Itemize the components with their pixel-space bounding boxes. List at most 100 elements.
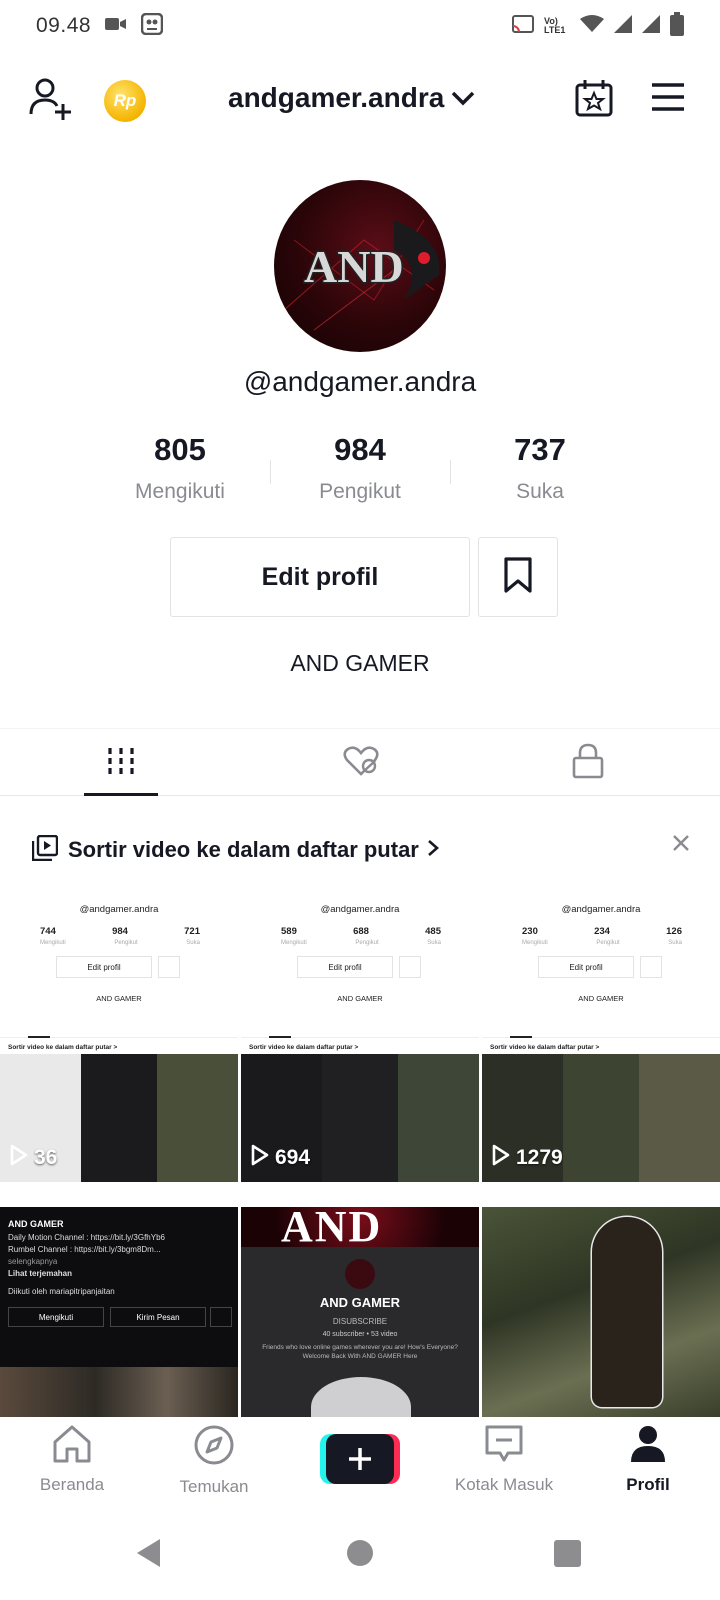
play-icon: [251, 1144, 269, 1172]
cast-icon: [512, 14, 534, 38]
thumbnail-stat: 721: [184, 926, 200, 937]
thumbnail-stat: 126: [666, 926, 682, 937]
signal-icon: [614, 14, 632, 38]
nav-discover[interactable]: Temukan: [154, 1424, 274, 1497]
video-thumbnail[interactable]: @andgamer.andra 230 234 126 Mengikuti Pe…: [482, 880, 720, 1204]
thumbnail-bookmark: [640, 956, 662, 978]
thumbnail-channel-line: Diikuti oleh mariapitripanjaitan: [8, 1287, 115, 1296]
thumbnail-channel-line: Lihat terjemahan: [8, 1269, 73, 1278]
thumbnail-bookmark: [399, 956, 421, 978]
close-icon[interactable]: [672, 834, 690, 857]
content-tabs: [0, 728, 720, 796]
compass-icon: [193, 1425, 235, 1470]
avatar[interactable]: AND: [274, 180, 446, 352]
stat-followers-label: Pengikut: [319, 480, 401, 503]
status-time: 09.48: [36, 14, 92, 37]
thumbnail-stats: 589 688 485: [281, 926, 441, 937]
grid-icon: [106, 746, 136, 781]
playlist-banner-text: Sortir video ke dalam daftar putar: [68, 837, 419, 862]
video-thumbnail[interactable]: @andgamer.andra 744 984 721 Mengikuti Pe…: [0, 880, 238, 1204]
thumbnail-stat: 234: [594, 926, 610, 937]
thumbnail-channel-logo: [345, 1259, 375, 1289]
thumbnail-subscribe-label: DISUBSCRIBE: [332, 1317, 388, 1326]
thumbnail-handle: @andgamer.andra: [320, 904, 400, 915]
thumbnail-stat: 744: [40, 926, 56, 937]
thumbnail-stat: 230: [522, 926, 538, 937]
thumbnail-channel-name: AND GAMER: [319, 1295, 401, 1310]
thumbnail-sort-text: Sortir video ke dalam daftar putar >: [8, 1044, 118, 1051]
thumbnail-stat-labels: Mengikuti Pengikut Suka: [40, 940, 200, 946]
nav-home[interactable]: Beranda: [12, 1424, 132, 1495]
nav-profile[interactable]: Profil: [588, 1424, 708, 1495]
recent-apps-icon[interactable]: [554, 1540, 581, 1567]
stat-likes[interactable]: 737 Suka: [450, 432, 630, 504]
system-navigation: [0, 1520, 720, 1600]
video-grid: @andgamer.andra 744 984 721 Mengikuti Pe…: [0, 880, 720, 1418]
nav-inbox[interactable]: Kotak Masuk: [444, 1424, 564, 1495]
stat-followers[interactable]: 984 Pengikut: [270, 432, 450, 504]
view-count-value: 694: [275, 1146, 311, 1169]
lock-icon: [572, 743, 604, 784]
signal-icon-2: [642, 14, 660, 38]
thumbnail-stats: 744 984 721: [40, 926, 200, 937]
view-count: 36: [10, 1144, 57, 1172]
plus-icon: [326, 1434, 394, 1484]
thumbnail-stat-labels: Mengikuti Pengikut Suka: [522, 940, 682, 946]
thumbnail-channel-title: AND GAMER: [8, 1219, 64, 1229]
thumbnail-bookmark: [158, 956, 180, 978]
thumbnail-stat-label: Suka: [668, 940, 682, 946]
thumbnail-banner-text: AND: [281, 1207, 383, 1251]
stat-following-label: Mengikuti: [135, 480, 225, 503]
edit-profile-button[interactable]: Edit profil: [170, 537, 470, 617]
tab-private[interactable]: [551, 729, 625, 797]
tab-videos[interactable]: [84, 729, 158, 797]
calendar-star-icon[interactable]: [574, 78, 614, 123]
nav-inbox-label: Kotak Masuk: [454, 1475, 554, 1494]
playlist-banner[interactable]: Sortir video ke dalam daftar putar: [0, 822, 720, 878]
thumbnail-follow-button: Mengikuti: [8, 1307, 104, 1327]
thumbnail-handle: @andgamer.andra: [561, 904, 641, 915]
create-button[interactable]: [320, 1434, 400, 1484]
thumbnail-add-friend: [210, 1307, 232, 1327]
thumbnail-stat-label: Pengikut: [355, 940, 379, 946]
coin-icon[interactable]: Rp: [104, 80, 146, 122]
status-bar: 09.48 Vo) LTE1: [0, 0, 720, 52]
add-friend-icon[interactable]: [28, 76, 74, 127]
view-count-value: 36: [34, 1146, 58, 1169]
account-switcher[interactable]: andgamer.andra: [228, 82, 476, 114]
view-count-value: 1279: [516, 1146, 563, 1169]
thumbnail-stat-label: Mengikuti: [281, 940, 307, 946]
thumbnail-stat: 589: [281, 926, 297, 937]
thumbnail-stat-label: Pengikut: [596, 940, 620, 946]
video-thumbnail[interactable]: @andgamer.andra 589 688 485 Mengikuti Pe…: [241, 880, 479, 1204]
stat-following[interactable]: 805 Mengikuti: [90, 432, 270, 504]
stat-following-value: 805: [154, 432, 206, 467]
thumbnail-stat: 984: [112, 926, 128, 937]
tab-liked[interactable]: [324, 729, 398, 797]
nav-home-label: Beranda: [39, 1475, 105, 1494]
thumbnail-tabs: [0, 1020, 238, 1038]
video-thumbnail[interactable]: AND GAMER Daily Motion Channel : https:/…: [0, 1207, 238, 1417]
view-count: 1279: [492, 1144, 563, 1172]
thumbnail-stat-label: Mengikuti: [40, 940, 66, 946]
video-camera-icon: [105, 16, 127, 37]
video-thumbnail[interactable]: AND AND GAMER DISUBSCRIBE 40 subscriber …: [241, 1207, 479, 1417]
chevron-down-icon: [450, 82, 476, 114]
back-icon[interactable]: [136, 1538, 162, 1573]
thumbnail-channel-about: Friends who love online games wherever y…: [262, 1344, 458, 1361]
home-circle-icon[interactable]: [347, 1540, 373, 1566]
video-thumbnail[interactable]: [482, 1207, 720, 1417]
thumbnail-sort-text: Sortir video ke dalam daftar putar >: [490, 1044, 600, 1051]
thumbnail-handle: @andgamer.andra: [79, 904, 159, 915]
thumbnail-character: [592, 1217, 662, 1407]
play-icon: [492, 1144, 510, 1172]
thumbnail-edit-button: Edit profil: [56, 956, 152, 978]
play-icon: [10, 1144, 28, 1172]
avatar-logo-text: AND: [304, 241, 404, 292]
favorites-button[interactable]: [478, 537, 558, 617]
menu-icon[interactable]: [650, 82, 686, 117]
thumbnail-channel-line: Rumbel Channel : https://bit.ly/3bgm8Dm.…: [8, 1245, 161, 1254]
thumbnail-sort-text: Sortir video ke dalam daftar putar >: [249, 1044, 359, 1051]
thumbnail-stat-label: Pengikut: [114, 940, 138, 946]
view-count: 694: [251, 1144, 310, 1172]
